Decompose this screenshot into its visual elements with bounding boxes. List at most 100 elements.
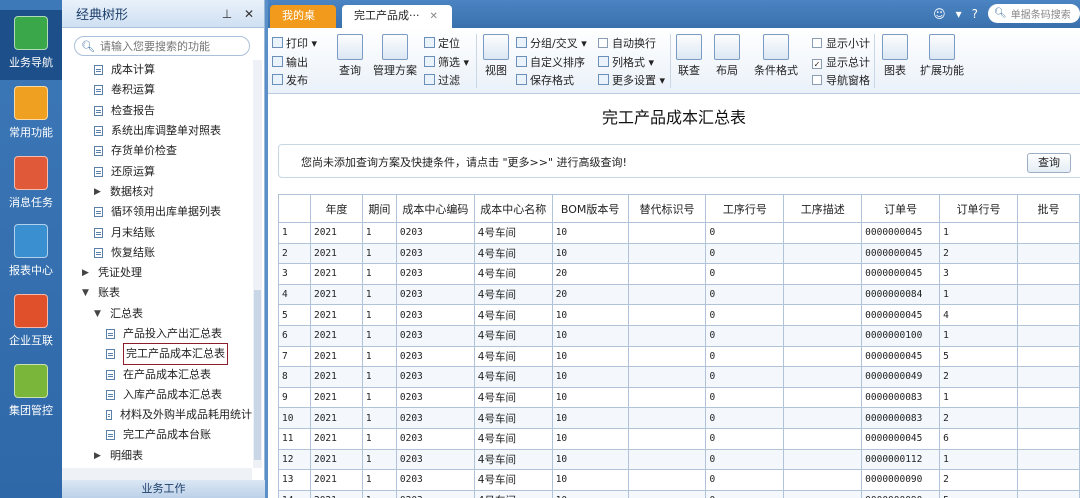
tree-item[interactable]: 月末结账 — [62, 222, 252, 242]
nav-rail-item[interactable]: 业务导航 — [0, 10, 62, 80]
tree-search-input[interactable] — [99, 39, 245, 53]
table-row[interactable]: 7 2021 1 0203 4号车间 10 0 0000000045 5 — [278, 345, 1080, 368]
column-header[interactable]: 工序行号 — [705, 194, 785, 223]
table-cell: 0 — [705, 489, 785, 498]
tree-item[interactable]: ▶ 明细表 — [62, 446, 252, 466]
column-header[interactable] — [278, 194, 311, 223]
tree-item[interactable]: ▼ 账表 — [62, 283, 252, 303]
tree-horizontal-scrollbar[interactable] — [62, 468, 252, 480]
barcode-search[interactable]: 🔍︎ 单据条码搜索 — [988, 4, 1080, 23]
document-icon — [94, 207, 103, 218]
tree-item[interactable]: 循环领用出库单据列表 — [62, 202, 252, 222]
table-row[interactable]: 12 2021 1 0203 4号车间 10 0 0000000112 1 — [278, 448, 1080, 471]
column-header[interactable]: 期间 — [361, 194, 397, 223]
print-button[interactable]: 打印 ▾ — [272, 35, 317, 51]
tree-item[interactable]: 检查报告 — [62, 101, 252, 121]
table-row[interactable]: 1 2021 1 0203 4号车间 10 0 0000000045 1 — [278, 222, 1080, 244]
tree-item[interactable]: ▼ 汇总表 — [62, 304, 252, 324]
nav-rail-item[interactable]: 集团管控 — [0, 358, 62, 428]
query-hint: 您尚未添加查询方案及快捷条件，请点击 "更多>>" 进行高级查询! — [301, 156, 627, 169]
tree-item[interactable]: 系统出库调整单对照表 — [62, 121, 252, 141]
tree-item[interactable]: 完工产品成本台账 — [62, 425, 252, 445]
nav-pane-checkbox[interactable]: 导航窗格 — [812, 72, 870, 88]
document-icon — [94, 146, 103, 157]
custom-sort-button[interactable]: 自定义排序 — [516, 54, 585, 70]
view-button[interactable]: 视图 — [478, 34, 514, 78]
table-row[interactable]: 8 2021 1 0203 4号车间 10 0 0000000049 2 — [278, 366, 1080, 388]
locate-button[interactable]: 定位 — [424, 35, 460, 51]
nav-rail-item[interactable]: 报表中心 — [0, 218, 62, 288]
query-button[interactable]: 查询 — [1027, 153, 1071, 173]
column-header[interactable]: 订单号 — [861, 194, 941, 223]
tree-item[interactable]: 材料及外购半成品耗用统计 — [62, 405, 252, 425]
table-cell: 10 — [551, 448, 629, 471]
nav-rail-label: 报表中心 — [9, 264, 53, 277]
filter-button[interactable]: 筛选 ▾ — [424, 54, 469, 70]
column-header[interactable]: 替代标识号 — [627, 194, 707, 223]
table-row[interactable]: 13 2021 1 0203 4号车间 10 0 0000000090 2 — [278, 469, 1080, 491]
table-cell: 4 — [278, 283, 311, 306]
tree-item[interactable]: 恢复结账 — [62, 243, 252, 263]
pin-icon[interactable]: ⊥ — [220, 7, 234, 21]
tree-item[interactable]: 在产品成本汇总表 — [62, 364, 252, 384]
extend-button[interactable]: 扩展功能 — [916, 34, 968, 78]
show-total-checkbox[interactable]: ✓ 显示总计 — [812, 54, 870, 70]
cond-format-button[interactable]: 条件格式 — [750, 34, 802, 78]
export-button[interactable]: 输出 — [272, 54, 308, 70]
more-settings-button[interactable]: 更多设置 ▾ — [598, 72, 665, 88]
chevron-down-icon[interactable]: ▾ — [956, 7, 962, 21]
help-icon[interactable]: ? — [972, 7, 978, 21]
tree-item[interactable]: ▶ 数据核对 — [62, 182, 252, 202]
table-row[interactable]: 142021102034号车间10 0 00000000905 — [278, 489, 1080, 498]
filter2-button[interactable]: 过滤 — [424, 72, 460, 88]
column-header[interactable]: 订单行号 — [939, 194, 1018, 223]
tree-item[interactable]: 产品投入产出汇总表 — [62, 324, 252, 344]
tree-item[interactable]: 完工产品成本汇总表 — [62, 343, 252, 366]
table-row[interactable]: 10 2021 1 0203 4号车间 10 0 0000000083 2 — [278, 407, 1080, 429]
column-header[interactable]: 年度 — [309, 194, 363, 223]
save-format-button[interactable]: 保存格式 — [516, 72, 574, 88]
filter-label: 筛选 — [438, 56, 460, 69]
column-header[interactable]: 批号 — [1017, 194, 1080, 223]
nav-rail-item[interactable]: 企业互联 — [0, 288, 62, 358]
link-query-button[interactable]: 联查 — [670, 34, 708, 78]
col-format-button[interactable]: 列格式 ▾ — [598, 54, 654, 70]
table-row[interactable]: 2 2021 1 0203 4号车间 10 0 0000000045 2 — [278, 242, 1080, 265]
tree-search[interactable]: 🔍︎ — [74, 36, 250, 56]
table-row[interactable]: 6 2021 1 0203 4号车间 10 0 0000000100 1 — [278, 324, 1080, 347]
tab-report[interactable]: 完工产品成··· ✕ — [342, 5, 452, 28]
close-icon[interactable]: ✕ — [242, 7, 256, 21]
nav-rail-item[interactable]: 消息任务 — [0, 150, 62, 220]
table-cell — [627, 386, 707, 409]
tree-item[interactable]: 入库产品成本汇总表 — [62, 385, 252, 405]
tab-my-desk[interactable]: 我的桌面 — [270, 5, 336, 44]
tree-footer-button[interactable]: 业务工作 — [62, 480, 265, 498]
chart-button[interactable]: 图表 — [876, 34, 914, 78]
tree-item[interactable]: 还原运算 — [62, 161, 252, 181]
show-subtotal-checkbox[interactable]: 显示小计 — [812, 35, 870, 51]
column-header[interactable]: 成本中心编码 — [395, 194, 475, 223]
smiley-icon[interactable]: ☺ — [933, 7, 946, 21]
column-header[interactable]: 成本中心名称 — [473, 194, 553, 223]
tree-item[interactable]: 存货单价检查 — [62, 141, 252, 161]
table-row[interactable]: 9 2021 1 0203 4号车间 10 0 0000000083 1 — [278, 386, 1080, 409]
group-button[interactable]: 分组/交叉 ▾ — [516, 35, 587, 51]
tab-close-icon[interactable]: ✕ — [430, 11, 438, 22]
column-header[interactable]: 工序描述 — [783, 194, 863, 223]
tree-item[interactable]: ▶ 凭证处理 — [62, 263, 252, 283]
plan-button[interactable]: 管理方案 — [368, 34, 422, 78]
tree-item[interactable]: 成本计算 — [62, 60, 252, 80]
auto-wrap-checkbox[interactable]: 自动换行 — [598, 35, 656, 51]
query-toolbar-button[interactable]: 查询 — [328, 34, 372, 78]
publish-button[interactable]: 发布 — [272, 72, 308, 88]
table-row[interactable]: 11 2021 1 0203 4号车间 10 0 0000000045 6 — [278, 427, 1080, 450]
table-row[interactable]: 4 2021 1 0203 4号车间 20 0 0000000084 1 — [278, 283, 1080, 306]
tree-scrollbar[interactable] — [253, 60, 262, 468]
table-row[interactable]: 5 2021 1 0203 4号车间 10 0 0000000045 4 — [278, 304, 1080, 326]
table-row[interactable]: 3 2021 1 0203 4号车间 20 0 0000000045 3 — [278, 263, 1080, 285]
column-header[interactable]: BOM版本号 — [551, 194, 629, 223]
layout-button[interactable]: 布局 — [708, 34, 746, 78]
nav-rail-item[interactable]: 常用功能 — [0, 80, 62, 150]
tree-item[interactable]: 卷积运算 — [62, 80, 252, 100]
scrollbar-thumb[interactable] — [254, 290, 261, 460]
